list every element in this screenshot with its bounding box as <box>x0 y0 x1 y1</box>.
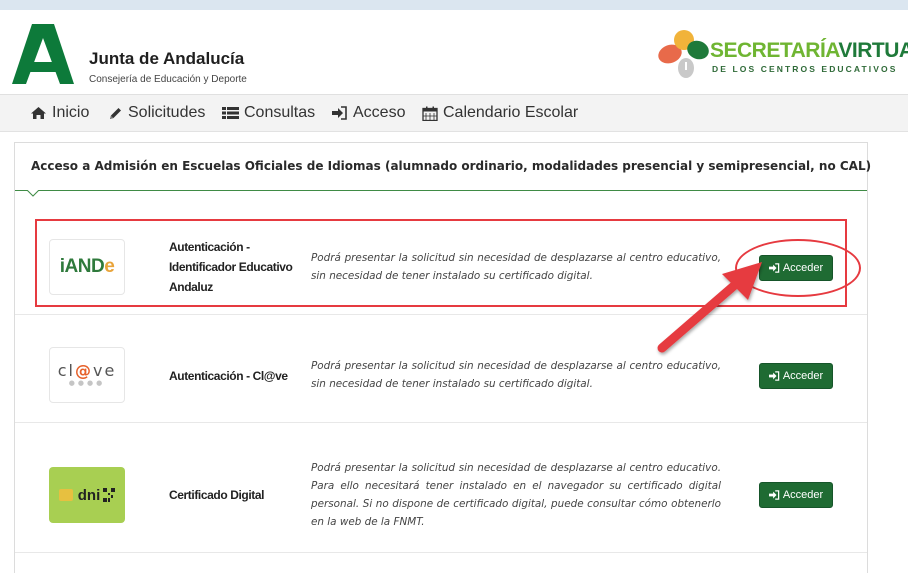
nav-item-label: Calendario Escolar <box>443 104 579 121</box>
iande-logo-part1: iAND <box>59 256 105 277</box>
panel-title: Acceso a Admisión en Escuelas Oficiales … <box>31 159 872 173</box>
nav-item-solicitudes[interactable]: Solicitudes <box>108 104 205 122</box>
brand-title: SECRETARÍAVIRTUAL <box>710 40 908 61</box>
chip-icon <box>58 489 73 501</box>
button-label: Acceder <box>782 262 824 274</box>
brand-subtitle: DE LOS CENTROS EDUCATIVOS <box>712 64 898 74</box>
clave-dots-icon: ●●●● <box>68 378 106 387</box>
brand-title-part2: VIRTUAL <box>838 39 908 62</box>
org-title: Junta de Andalucía <box>89 49 245 68</box>
dni-logo-text: dni <box>77 486 101 504</box>
iande-logo: iANDe <box>49 239 125 295</box>
clave-logo-part1: cl <box>57 361 75 381</box>
dni-logo: dni <box>49 467 125 523</box>
nav-item-label: Consultas <box>244 104 316 121</box>
clave-logo-part2: @ <box>74 361 93 381</box>
home-icon <box>31 107 46 119</box>
main-navbar: Inicio Solicitudes Consultas Acceso Cale… <box>0 94 908 132</box>
auth-method-name: Autenticación - Cl@ve <box>169 369 288 383</box>
junta-andalucia-logo-icon[interactable] <box>12 22 74 84</box>
name-line-2: Identificador Educativo <box>169 260 293 274</box>
auth-method-description: Podrá presentar la solicitud sin necesid… <box>311 252 721 282</box>
panel-divider <box>15 190 867 191</box>
list-icon <box>222 107 239 119</box>
sign-in-icon <box>768 490 780 500</box>
auth-method-row-certificado: dni Certificado Digital Podrá presentar … <box>15 423 867 553</box>
auth-method-name: Autenticación - Identificador Educativo … <box>169 237 293 297</box>
calendar-icon <box>422 106 438 121</box>
brand-title-part1: SECRETARÍA <box>710 39 839 62</box>
auth-method-row-iande: iANDe Autenticación - Identificador Educ… <box>15 199 867 315</box>
panel-heading: Acceso a Admisión en Escuelas Oficiales … <box>15 143 871 191</box>
clave-logo: cl@ve ●●●● <box>49 347 125 403</box>
name-line-3: Andaluz <box>169 280 213 294</box>
acceder-button-certificado[interactable]: Acceder <box>759 482 833 508</box>
org-subtitle: Consejería de Educación y Deporte <box>89 74 247 85</box>
iande-logo-part2: e <box>104 256 115 277</box>
sign-in-icon <box>768 371 780 381</box>
name-line-1: Autenticación - <box>169 240 250 254</box>
auth-method-row-clave: cl@ve ●●●● Autenticación - Cl@ve Podrá p… <box>15 315 867 423</box>
sign-in-icon <box>768 263 780 273</box>
sign-in-icon <box>332 106 347 120</box>
panel-notch-icon <box>27 190 39 197</box>
nav-item-acceso[interactable]: Acceso <box>332 104 405 122</box>
nav-item-label: Solicitudes <box>128 104 206 121</box>
button-label: Acceder <box>782 370 824 382</box>
access-panel: Acceso a Admisión en Escuelas Oficiales … <box>14 142 871 573</box>
auth-method-name: Certificado Digital <box>169 488 265 502</box>
nav-item-label: Inicio <box>52 104 90 121</box>
pencil-icon <box>110 107 121 119</box>
site-header: Junta de Andalucía Consejería de Educaci… <box>0 10 908 94</box>
browser-top-strip <box>0 0 908 10</box>
clave-logo-part3: ve <box>92 361 117 381</box>
auth-method-description: Podrá presentar la solicitud sin necesid… <box>311 360 721 390</box>
auth-method-description: Podrá presentar la solicitud sin necesid… <box>311 462 721 528</box>
nav-item-calendario[interactable]: Calendario Escolar <box>422 104 578 122</box>
qr-icon <box>103 488 116 502</box>
button-label: Acceder <box>782 489 824 501</box>
nav-item-label: Acceso <box>353 104 406 121</box>
secretaria-virtual-logo-icon <box>658 30 709 78</box>
acceder-button-clave[interactable]: Acceder <box>759 363 833 389</box>
nav-item-inicio[interactable]: Inicio <box>30 104 89 122</box>
nav-item-consultas[interactable]: Consultas <box>222 104 315 122</box>
acceder-button-iande[interactable]: Acceder <box>759 255 833 281</box>
